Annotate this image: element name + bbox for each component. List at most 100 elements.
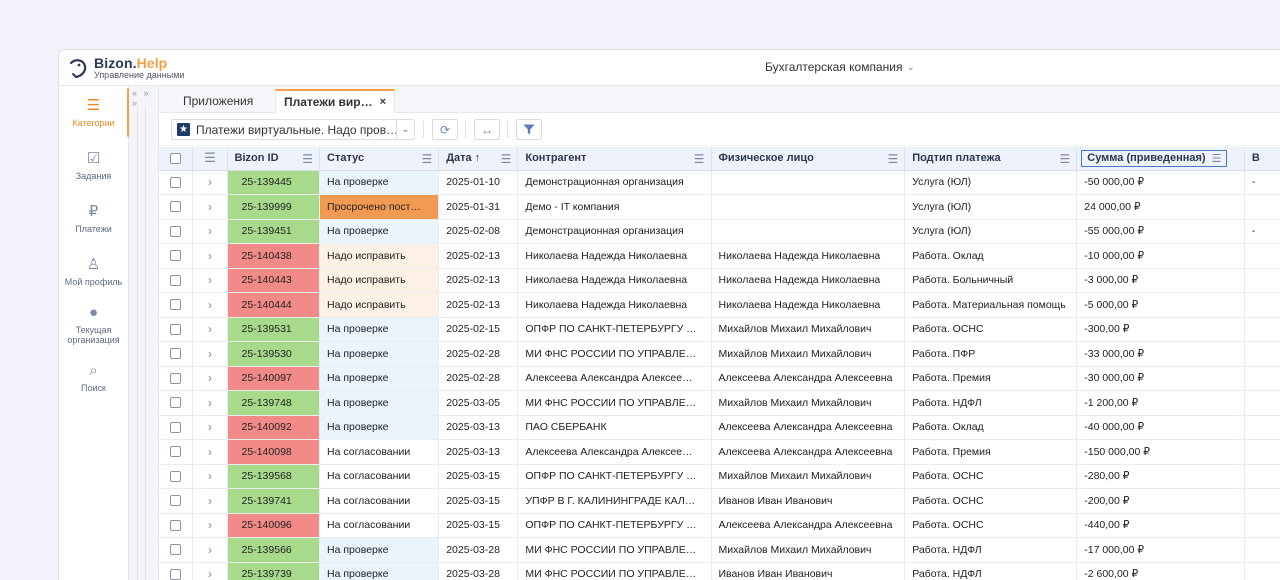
column-header-counterparty[interactable]: Контрагент ☰ xyxy=(517,147,712,171)
row-select-cell[interactable] xyxy=(159,415,194,440)
row-checkbox[interactable] xyxy=(170,299,182,311)
chevron-right-icon[interactable]: › xyxy=(208,494,212,508)
menu-icon[interactable]: ☰ xyxy=(1212,152,1222,165)
table-row[interactable]: › 25-139445 На проверке 2025-01-10 Демонстра… xyxy=(159,170,1280,195)
row-select-cell[interactable] xyxy=(159,317,194,342)
menu-icon[interactable]: ☰ xyxy=(887,152,898,166)
filter-button[interactable] xyxy=(516,119,542,140)
row-select-cell[interactable] xyxy=(159,194,194,220)
chevron-down-icon[interactable]: ⌄ xyxy=(396,120,414,139)
row-checkbox[interactable] xyxy=(170,372,182,384)
column-header-date[interactable]: Дата ↑ ☰ xyxy=(438,147,519,171)
table-row[interactable]: › 25-140098 На согласовании 2025-03-13 Алекс… xyxy=(159,439,1280,465)
cell-bizon-id[interactable]: 25-139530 xyxy=(227,341,321,367)
chevron-right-icon[interactable]: › xyxy=(208,200,212,214)
table-row[interactable]: › 25-139568 На согласовании 2025-03-15 ОПФР … xyxy=(159,464,1280,489)
row-expand-cell[interactable]: › xyxy=(192,170,228,195)
row-expand-cell[interactable]: › xyxy=(192,513,228,538)
row-expand-cell[interactable]: › xyxy=(192,439,228,465)
cell-bizon-id[interactable]: 25-139741 xyxy=(227,488,321,514)
menu-icon[interactable]: ☰ xyxy=(302,152,313,166)
row-expand-cell[interactable]: › xyxy=(192,488,228,514)
chevron-right-icon[interactable]: › xyxy=(208,543,212,557)
table-row[interactable]: › 25-140438 Надо исправить 2025-02-13 Никола… xyxy=(159,243,1280,269)
chevron-right-icon[interactable]: › xyxy=(208,445,212,459)
menu-icon[interactable]: ☰ xyxy=(1059,152,1070,166)
row-select-cell[interactable] xyxy=(159,243,194,269)
column-header-status[interactable]: Статус ☰ xyxy=(319,147,440,171)
menu-icon[interactable]: ☰ xyxy=(501,152,512,166)
row-expand-cell[interactable]: › xyxy=(192,366,228,391)
panel-splitter[interactable]: « » » xyxy=(129,86,159,580)
row-checkbox[interactable] xyxy=(170,225,182,237)
collapse-arrows-icon[interactable]: « » » xyxy=(132,88,158,108)
cell-bizon-id[interactable]: 25-140097 xyxy=(227,366,321,391)
cell-bizon-id[interactable]: 25-139445 xyxy=(227,170,321,195)
cell-bizon-id[interactable]: 25-140092 xyxy=(227,415,321,440)
row-expand-cell[interactable]: › xyxy=(192,341,228,367)
row-select-cell[interactable] xyxy=(159,537,194,563)
table-row[interactable]: › 25-140444 Надо исправить 2025-02-13 Никола… xyxy=(159,292,1280,318)
cell-bizon-id[interactable]: 25-139748 xyxy=(227,390,321,416)
chevron-right-icon[interactable]: › xyxy=(208,322,212,336)
cell-bizon-id[interactable]: 25-139531 xyxy=(227,317,321,342)
row-expand-cell[interactable]: › xyxy=(192,194,228,220)
row-checkbox[interactable] xyxy=(170,348,182,360)
cell-bizon-id[interactable]: 25-140096 xyxy=(227,513,321,538)
cell-bizon-id[interactable]: 25-139451 xyxy=(227,219,321,244)
sidebar-item-search[interactable]: ⌕ Поиск xyxy=(59,351,128,404)
row-expand-cell[interactable]: › xyxy=(192,317,228,342)
cell-bizon-id[interactable]: 25-139568 xyxy=(227,464,321,489)
row-select-cell[interactable] xyxy=(159,366,194,391)
sort-ascending-icon[interactable]: ↑ xyxy=(475,152,481,164)
row-checkbox[interactable] xyxy=(170,519,182,531)
row-checkbox[interactable] xyxy=(170,274,182,286)
row-select-cell[interactable] xyxy=(159,488,194,514)
row-select-cell[interactable] xyxy=(159,464,194,489)
row-checkbox[interactable] xyxy=(170,250,182,262)
menu-icon[interactable]: ☰ xyxy=(694,152,705,166)
sidebar-item-organization[interactable]: ● Текущая организация xyxy=(59,298,128,351)
cell-bizon-id[interactable]: 25-139566 xyxy=(227,537,321,563)
table-row[interactable]: › 25-139739 На проверке 2025-03-28 МИ ФНС РО… xyxy=(159,562,1280,580)
chevron-right-icon[interactable]: › xyxy=(208,273,212,287)
tab-virtual-payments[interactable]: Платежи вир… × xyxy=(275,89,396,113)
row-checkbox[interactable] xyxy=(170,421,182,433)
table-row[interactable]: › 25-139530 На проверке 2025-02-28 МИ ФНС РО… xyxy=(159,341,1280,367)
row-select-cell[interactable] xyxy=(159,170,194,195)
row-expand-cell[interactable]: › xyxy=(192,537,228,563)
row-checkbox[interactable] xyxy=(170,544,182,556)
menu-icon[interactable]: ☰ xyxy=(421,152,432,166)
table-row[interactable]: › 25-139566 На проверке 2025-03-28 МИ ФНС РО… xyxy=(159,537,1280,563)
row-checkbox[interactable] xyxy=(170,495,182,507)
cell-bizon-id[interactable]: 25-140098 xyxy=(227,439,321,465)
company-selector[interactable]: Бухгалтерская компания ⌄ xyxy=(765,60,915,74)
column-header-amount[interactable]: Сумма (приведенная) ☰ xyxy=(1076,147,1245,171)
close-icon[interactable]: × xyxy=(380,96,386,108)
menu-icon[interactable]: ☰ xyxy=(204,150,216,165)
row-checkbox[interactable] xyxy=(170,201,182,213)
chevron-right-icon[interactable]: › xyxy=(208,469,212,483)
table-row[interactable]: › 25-139999 Просрочено пост… 2025-01-31 Демо… xyxy=(159,194,1280,220)
chevron-right-icon[interactable]: › xyxy=(208,347,212,361)
sidebar-item-profile[interactable]: ♙ Мой профиль xyxy=(59,245,128,298)
chevron-right-icon[interactable]: › xyxy=(208,567,212,580)
row-expand-cell[interactable]: › xyxy=(192,415,228,440)
table-row[interactable]: › 25-140097 На проверке 2025-02-28 Алексеева… xyxy=(159,366,1280,391)
cell-bizon-id[interactable]: 25-140443 xyxy=(227,268,321,293)
row-checkbox[interactable] xyxy=(170,470,182,482)
header-menu[interactable]: ☰ xyxy=(192,147,228,171)
row-checkbox[interactable] xyxy=(170,568,182,580)
sidebar-item-payments[interactable]: ₽ Платежи xyxy=(59,192,128,245)
column-header-subtype[interactable]: Подтип платежа ☰ xyxy=(904,147,1078,171)
table-row[interactable]: › 25-139451 На проверке 2025-02-08 Демонстра… xyxy=(159,219,1280,244)
row-expand-cell[interactable]: › xyxy=(192,268,228,293)
select-all-header[interactable] xyxy=(159,147,194,171)
row-select-cell[interactable] xyxy=(159,390,194,416)
table-row[interactable]: › 25-140443 Надо исправить 2025-02-13 Никола… xyxy=(159,268,1280,293)
cell-bizon-id[interactable]: 25-139739 xyxy=(227,562,321,580)
row-expand-cell[interactable]: › xyxy=(192,219,228,244)
chevron-right-icon[interactable]: › xyxy=(208,298,212,312)
row-select-cell[interactable] xyxy=(159,292,194,318)
logo[interactable]: Bizon.Help Управление данными xyxy=(67,55,184,81)
